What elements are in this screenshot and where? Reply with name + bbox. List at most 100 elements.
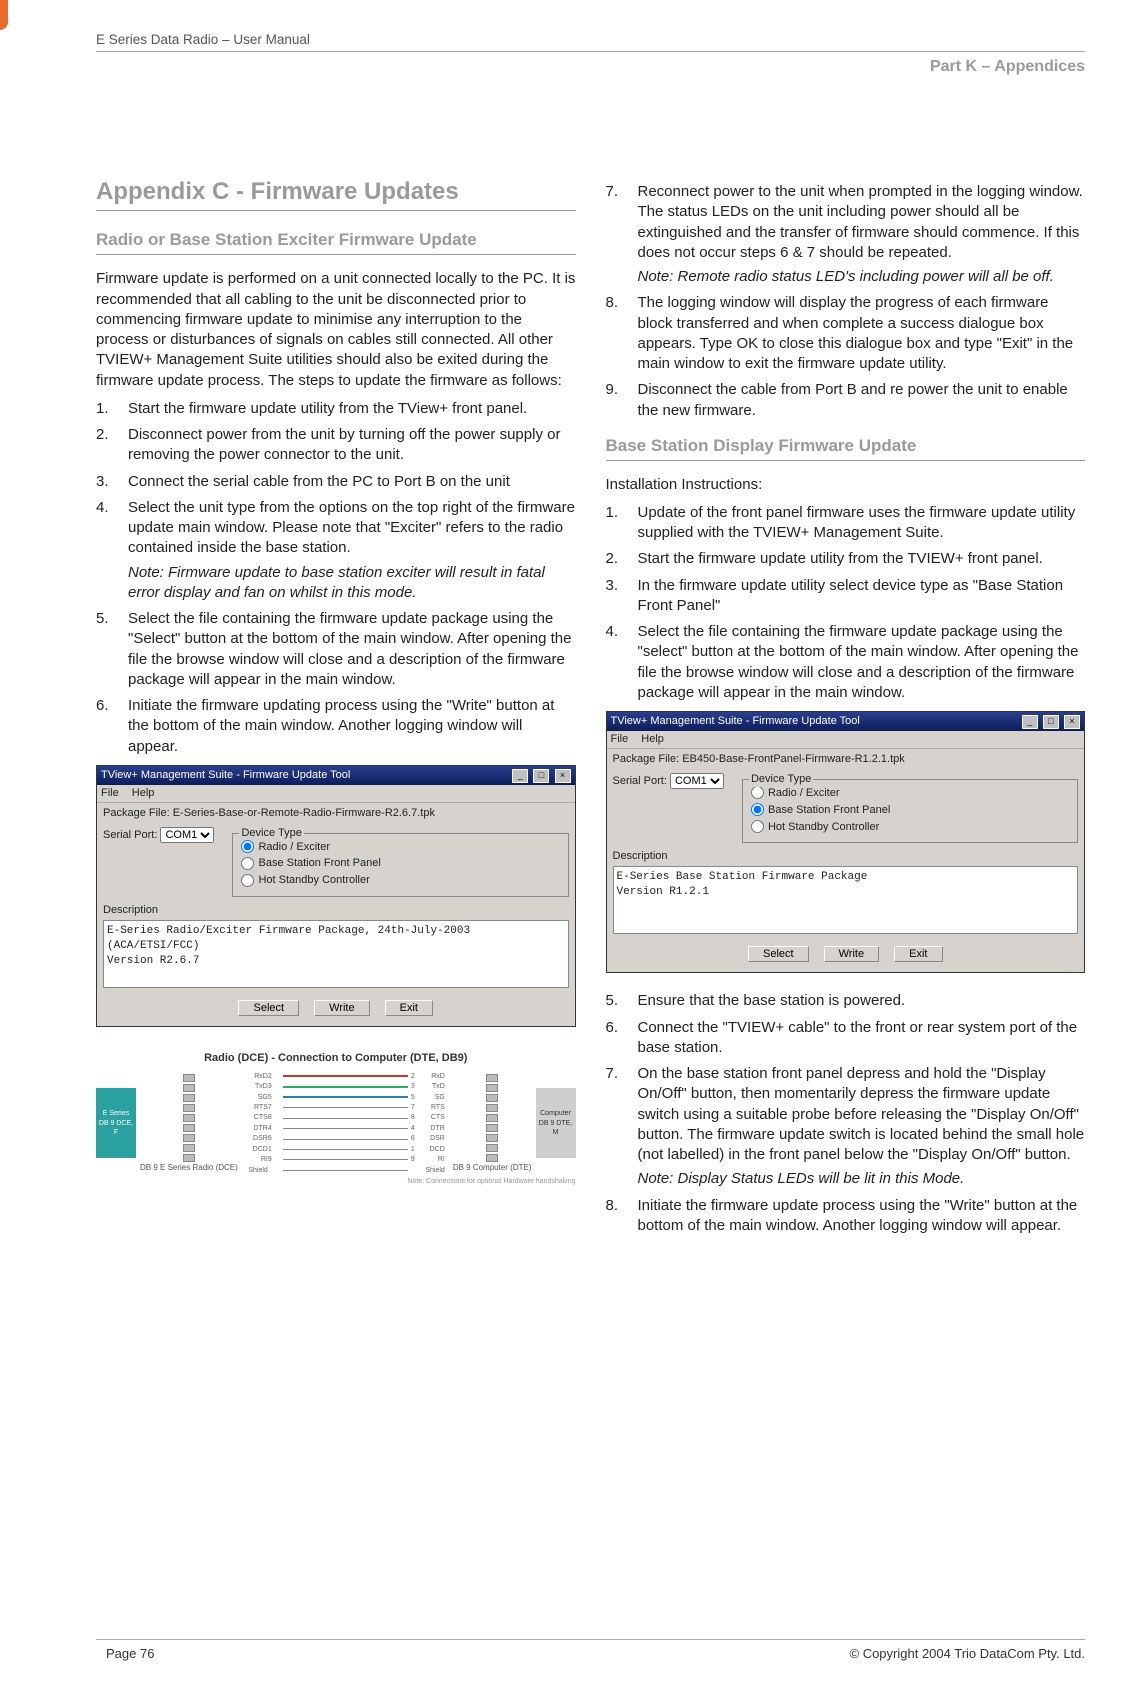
step-number: 1.: [606, 503, 638, 544]
list-item: 5.Select the file containing the firmwar…: [96, 609, 576, 690]
list-item: 3.In the firmware update utility select …: [606, 576, 1086, 617]
corner-accent: [0, 0, 8, 30]
radio-hotstandby-option[interactable]: [241, 874, 254, 887]
copyright: © Copyright 2004 Trio DataCom Pty. Ltd.: [850, 1646, 1086, 1661]
write-button[interactable]: Write: [824, 946, 879, 962]
radio-exciter-option[interactable]: [751, 786, 764, 799]
step-number: 2.: [96, 425, 128, 466]
list-item: 1.Update of the front panel firmware use…: [606, 503, 1086, 544]
display-steps-a: 1.Update of the front panel firmware use…: [606, 503, 1086, 703]
serial-label: Serial Port:: [103, 829, 157, 841]
step-number: 2.: [606, 549, 638, 569]
firmware-window-2: TView+ Management Suite - Firmware Updat…: [606, 711, 1086, 973]
device-type-group: Device Type Radio / Exciter Base Station…: [232, 833, 568, 898]
step-text: Select the unit type from the options on…: [128, 498, 576, 603]
step-text: Connect the "TVIEW+ cable" to the front …: [638, 1018, 1086, 1059]
device-opt-0: Radio / Exciter: [768, 787, 840, 799]
minimize-icon[interactable]: _: [1022, 715, 1038, 729]
radio-hotstandby-option[interactable]: [751, 820, 764, 833]
radio-frontpanel-option[interactable]: [751, 803, 764, 816]
win1-menubar: File Help: [97, 785, 575, 803]
display-steps-b: 5.Ensure that the base station is powere…: [606, 991, 1086, 1236]
minimize-icon[interactable]: _: [512, 769, 528, 783]
step-text: Disconnect power from the unit by turnin…: [128, 425, 576, 466]
wire-shield: ShieldShield: [246, 1166, 445, 1175]
step-text: On the base station front panel depress …: [638, 1064, 1086, 1190]
step-number: 1.: [96, 399, 128, 419]
desc-label: Description: [97, 903, 575, 918]
wire-list: RxD22RxDTxD33TxDSG55SGRTS77RTSCTS88CTSDT…: [242, 1072, 449, 1175]
page-footer: Page 76 © Copyright 2004 Trio DataCom Pt…: [96, 1639, 1085, 1661]
list-item: 1.Start the firmware update utility from…: [96, 399, 576, 419]
wire-row: TxD33TxD: [246, 1082, 445, 1091]
device-opt-2: Hot Standby Controller: [768, 821, 879, 833]
section-display-update: Base Station Display Firmware Update: [606, 435, 1086, 461]
step-number: 5.: [96, 609, 128, 690]
step-number: 6.: [96, 696, 128, 757]
radio-frontpanel-option[interactable]: [241, 857, 254, 870]
wire-row: CTS88CTS: [246, 1113, 445, 1122]
menu-file[interactable]: File: [611, 733, 629, 745]
win2-menubar: File Help: [607, 731, 1085, 749]
menu-help[interactable]: Help: [132, 787, 155, 799]
section-radio-exciter: Radio or Base Station Exciter Firmware U…: [96, 229, 576, 255]
serial-port-select[interactable]: COM1: [160, 827, 214, 843]
desc-box: E-Series Base Station Firmware Package V…: [613, 866, 1079, 934]
device-opt-0: Radio / Exciter: [258, 841, 330, 853]
list-item: 7.On the base station front panel depres…: [606, 1064, 1086, 1190]
list-item: 3.Connect the serial cable from the PC t…: [96, 472, 576, 492]
step-text: Connect the serial cable from the PC to …: [128, 472, 576, 492]
step-text: Initiate the firmware update process usi…: [638, 1196, 1086, 1237]
list-item: 4.Select the file containing the firmwar…: [606, 622, 1086, 703]
step-text: The logging window will display the prog…: [638, 293, 1086, 374]
win1-title: TView+ Management Suite - Firmware Updat…: [101, 768, 350, 783]
wire-row: RxD22RxD: [246, 1072, 445, 1081]
step-number: 7.: [606, 182, 638, 287]
wire-row: RTS77RTS: [246, 1103, 445, 1112]
write-button[interactable]: Write: [314, 1000, 369, 1016]
list-item: 8.The logging window will display the pr…: [606, 293, 1086, 374]
menu-help[interactable]: Help: [641, 733, 664, 745]
step-number: 7.: [606, 1064, 638, 1190]
step-note: Note: Display Status LEDs will be lit in…: [638, 1169, 1086, 1189]
db9-radio-label: DB 9 E Series Radio (DCE): [140, 1164, 238, 1173]
step-note: Note: Firmware update to base station ex…: [128, 563, 576, 604]
step-note: Note: Remote radio status LED's includin…: [638, 267, 1086, 287]
maximize-icon[interactable]: □: [533, 769, 549, 783]
db9-computer-label: DB 9 Computer (DTE): [453, 1164, 532, 1173]
win2-controls: _ □ ×: [1020, 714, 1080, 729]
step-number: 9.: [606, 380, 638, 421]
computer-end-box: Computer DB 9 DTE, M: [536, 1088, 576, 1158]
device-opt-1: Base Station Front Panel: [258, 857, 380, 869]
step-number: 3.: [96, 472, 128, 492]
step-text: Update of the front panel firmware uses …: [638, 503, 1086, 544]
right-column: 7.Reconnect power to the unit when promp…: [606, 176, 1086, 1242]
install-instr-label: Installation Instructions:: [606, 475, 1086, 495]
close-icon[interactable]: ×: [1064, 715, 1080, 729]
wire-row: DCD11DCD: [246, 1145, 445, 1154]
step-text: Initiate the firmware updating process u…: [128, 696, 576, 757]
step-number: 5.: [606, 991, 638, 1011]
desc-label: Description: [607, 849, 1085, 864]
exit-button[interactable]: Exit: [894, 946, 942, 962]
wire-row: SG55SG: [246, 1093, 445, 1102]
maximize-icon[interactable]: □: [1043, 715, 1059, 729]
header-doc-title: E Series Data Radio – User Manual: [96, 30, 1085, 52]
radio-exciter-option[interactable]: [241, 840, 254, 853]
appendix-heading: Appendix C - Firmware Updates: [96, 176, 576, 211]
step-text: Reconnect power to the unit when prompte…: [638, 182, 1086, 287]
select-button[interactable]: Select: [748, 946, 809, 962]
menu-file[interactable]: File: [101, 787, 119, 799]
serial-port-select[interactable]: COM1: [670, 773, 724, 789]
connection-diagram: Radio (DCE) - Connection to Computer (DT…: [96, 1045, 576, 1187]
pkg-label: Package File:: [103, 807, 170, 819]
pkg-label: Package File:: [613, 753, 680, 765]
select-button[interactable]: Select: [238, 1000, 299, 1016]
list-item: 6.Initiate the firmware updating process…: [96, 696, 576, 757]
close-icon[interactable]: ×: [555, 769, 571, 783]
intro-text: Firmware update is performed on a unit c…: [96, 269, 576, 391]
list-item: 4.Select the unit type from the options …: [96, 498, 576, 603]
win1-controls: _ □ ×: [510, 768, 570, 783]
pkg-value: EB450-Base-FrontPanel-Firmware-R1.2.1.tp…: [682, 753, 905, 765]
exit-button[interactable]: Exit: [385, 1000, 433, 1016]
